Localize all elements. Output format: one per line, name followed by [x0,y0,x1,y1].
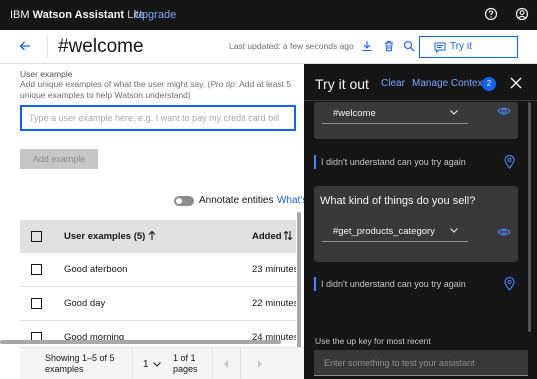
input-hint: Use the up key for most recent [315,336,431,346]
select-all-checkbox[interactable] [31,231,42,242]
back-arrow-icon[interactable] [18,39,32,53]
user-account-icon[interactable] [515,7,529,21]
delete-icon[interactable] [383,40,395,52]
whats-this-link[interactable]: What's this? [277,195,304,206]
brand-product: Watson Assistant [32,9,125,21]
upgrade-link[interactable]: Upgrade [134,9,176,21]
example-text[interactable]: Good day [64,298,105,309]
message-bubble: #welcome [314,102,518,139]
search-icon[interactable] [403,40,415,52]
pagination-divider [240,348,241,379]
pagination-divider [132,348,133,379]
horizontal-scrollbar[interactable] [0,340,281,344]
response-text: I didn't understand can you try again [321,157,466,167]
header-divider [47,36,48,58]
table-row[interactable]: Good aferboon 23 minutes ago [20,253,296,287]
pagination: Showing 1–5 of 5 examples 1 1 of 1 pages [20,347,304,379]
response-marker [314,277,316,291]
add-example-button[interactable]: Add example [20,149,98,169]
column-added[interactable]: Added [252,231,282,242]
eye-icon[interactable] [497,106,511,116]
intent-select[interactable]: #welcome [322,104,468,124]
user-example-label: User example [20,69,73,79]
example-added: 23 minutes ago [252,264,296,275]
location-pin-icon[interactable] [504,277,515,291]
test-assistant-input[interactable] [314,350,528,376]
response-text: I didn't understand can you try again [321,279,466,289]
try-it-panel: Try it out Clear Manage Context 2 #welco… [304,64,537,379]
message-bubble: What kind of things do you sell? #get_pr… [314,186,518,262]
chevron-down-icon [450,110,458,115]
annotate-entities-label: Annotate entities [199,195,274,206]
eye-icon[interactable] [497,227,511,237]
intent-select-value: #welcome [333,108,376,119]
examples-table: User examples (5) Added Good aferboon 23… [20,220,296,355]
user-example-help: Add unique examples of what the user mig… [20,79,292,100]
user-message: What kind of things do you sell? [320,195,476,207]
try-it-button[interactable]: Try it [419,36,518,58]
vertical-scrollbar[interactable] [297,212,301,357]
annotate-entities-toggle[interactable] [174,196,194,206]
panel-divider [304,100,537,101]
row-checkbox[interactable] [31,264,42,275]
intent-editor: User example Add unique examples of what… [0,64,304,379]
example-text[interactable]: Good aferboon [64,264,127,275]
intent-select-value: #get_products_category [333,226,435,237]
chat-icon [434,42,446,53]
brand[interactable]: IBM Watson Assistant Lite [10,9,145,21]
sort-ascending-icon[interactable] [148,230,156,241]
last-updated: Last updated: a few seconds ago [229,41,354,51]
panel-scrollbar[interactable] [528,102,531,332]
brand-ibm: IBM [10,9,30,21]
toggle-knob [176,198,182,204]
user-example-input[interactable] [20,105,296,131]
top-bar: IBM Watson Assistant Lite Upgrade [0,0,537,30]
manage-context-link[interactable]: Manage Context [412,78,485,89]
pagination-divider [212,348,213,379]
pagination-range: Showing 1–5 of 5 examples [45,353,115,374]
example-added: 22 minutes ago [252,298,296,309]
chevron-down-icon[interactable] [153,362,161,367]
column-user-examples[interactable]: User examples (5) [64,231,145,242]
panel-title: Try it out [315,76,369,92]
table-row[interactable]: Good day 22 minutes ago [20,287,296,321]
previous-page-icon[interactable] [222,359,230,369]
next-page-icon[interactable] [256,359,264,369]
try-it-label: Try it [450,41,472,52]
page-select[interactable]: 1 [143,359,149,370]
close-icon[interactable] [510,77,522,89]
bot-response: I didn't understand can you try again [314,155,528,169]
intent-header: #welcome Last updated: a few seconds ago… [0,30,537,64]
bot-response: I didn't understand can you try again [314,277,528,291]
help-icon[interactable] [484,7,498,21]
intent-title[interactable]: #welcome [58,36,144,58]
clear-link[interactable]: Clear [381,78,405,89]
pagination-of-pages: 1 of 1 pages [173,353,198,374]
context-count-badge: 2 [482,77,496,91]
table-header: User examples (5) Added [20,220,296,253]
location-pin-icon[interactable] [504,155,515,169]
intent-select[interactable]: #get_products_category [322,222,468,242]
chevron-down-icon [450,228,458,233]
response-marker [314,155,316,169]
row-checkbox[interactable] [31,298,42,309]
sort-icon[interactable] [283,230,293,241]
download-icon[interactable] [361,40,373,52]
